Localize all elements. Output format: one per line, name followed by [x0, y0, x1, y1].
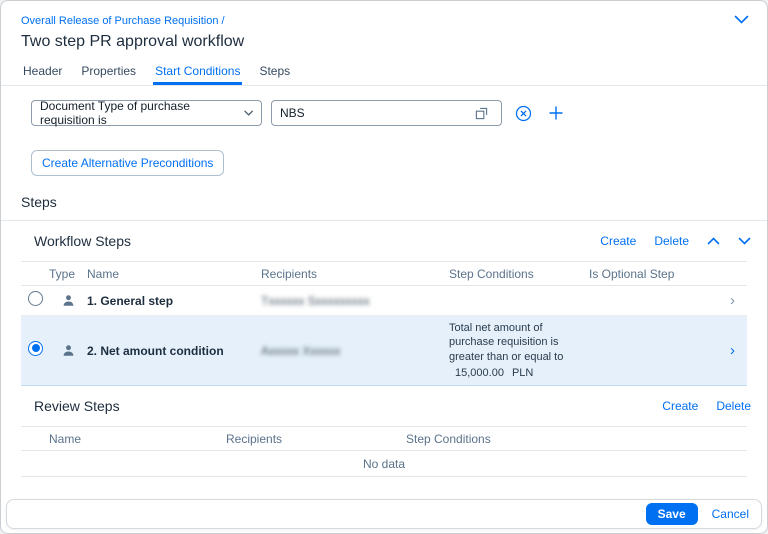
tab-header[interactable]: Header — [21, 59, 64, 85]
workflow-steps-toolbar: Workflow Steps Create Delete — [1, 221, 767, 261]
add-icon — [549, 106, 563, 120]
column-step-conditions: Step Conditions — [406, 431, 491, 446]
row-radio-button[interactable] — [28, 290, 43, 306]
footer-bar: Save Cancel — [6, 499, 762, 529]
remove-condition-button[interactable] — [511, 101, 535, 125]
column-name: Name — [49, 431, 82, 446]
row-chevron-icon[interactable]: › — [706, 342, 747, 359]
column-is-optional: Is Optional Step — [589, 266, 675, 281]
create-workflow-step-link[interactable]: Create — [600, 234, 636, 248]
workflow-steps-table: Type Name Recipients Step Conditions Is … — [21, 261, 747, 387]
person-icon — [63, 345, 73, 356]
step-conditions-text: Total net amount of purchase requisition… — [449, 322, 564, 363]
step-name: 2. Net amount condition — [87, 343, 224, 358]
workflow-editor-page: Overall Release of Purchase Requisition … — [0, 0, 768, 534]
column-recipients: Recipients — [261, 266, 318, 281]
decline-icon — [515, 105, 531, 121]
header-titles: Overall Release of Purchase Requisition … — [21, 11, 244, 51]
tab-start-conditions[interactable]: Start Conditions — [153, 59, 243, 85]
condition-type-select[interactable]: Document Type of purchase requisition is — [31, 99, 262, 127]
chevron-down-icon — [734, 15, 749, 24]
amount-value: 15,000.00 — [455, 366, 504, 379]
review-steps-toolbar: Review Steps Create Delete — [1, 386, 767, 426]
review-steps-title: Review Steps — [34, 398, 120, 415]
create-alternative-preconditions-button[interactable]: Create Alternative Preconditions — [31, 150, 225, 176]
workflow-step-row-1[interactable]: 1. General step Txxxxxx Sxxxxxxxxx › — [21, 286, 747, 316]
step-name: 1. General step — [87, 293, 174, 308]
move-step-down-button[interactable] — [738, 237, 751, 245]
breadcrumb[interactable]: Overall Release of Purchase Requisition … — [21, 15, 225, 27]
row-chevron-icon[interactable]: › — [706, 292, 747, 309]
step-conditions: Total net amount of purchase requisition… — [449, 316, 589, 385]
condition-type-value: Document Type of purchase requisition is — [40, 99, 190, 127]
delete-workflow-step-link[interactable]: Delete — [654, 234, 689, 248]
condition-value-text: NBS — [280, 106, 305, 120]
step-recipients-redacted: Txxxxxx Sxxxxxxxxx — [261, 293, 370, 308]
steps-section-title: Steps — [1, 194, 767, 221]
condition-value-input[interactable]: NBS — [271, 100, 502, 126]
page-header: Overall Release of Purchase Requisition … — [1, 1, 767, 59]
tab-properties[interactable]: Properties — [79, 59, 138, 85]
step-conditions-amount: 15,000.00 PLN — [449, 366, 581, 380]
review-steps-table: Name Recipients Step Conditions No data — [21, 426, 747, 478]
move-step-up-button[interactable] — [707, 237, 720, 245]
chevron-down-icon — [738, 237, 751, 245]
review-steps-actions: Create Delete — [662, 399, 751, 413]
column-name: Name — [87, 266, 120, 281]
value-help-icon — [475, 107, 487, 119]
amount-currency: PLN — [511, 366, 534, 379]
column-recipients: Recipients — [226, 431, 283, 446]
collapse-header-button[interactable] — [734, 15, 749, 24]
page-title: Two step PR approval workflow — [21, 33, 245, 50]
workflow-step-row-2-selected[interactable]: 2. Net amount condition Axxxxx Xxxxxx To… — [21, 316, 747, 387]
create-review-step-link[interactable]: Create — [662, 399, 698, 413]
step-recipients-redacted: Axxxxx Xxxxxx — [261, 343, 341, 358]
column-step-conditions: Step Conditions — [449, 266, 534, 281]
tab-strip: Header Properties Start Conditions Steps — [1, 59, 767, 86]
workflow-steps-title: Workflow Steps — [34, 233, 131, 249]
person-icon — [63, 295, 73, 306]
workflow-steps-actions: Create Delete — [600, 234, 751, 248]
cancel-button[interactable]: Cancel — [712, 507, 749, 521]
no-data-text: No data — [21, 451, 747, 478]
precondition-row: Document Type of purchase requisition is… — [31, 99, 747, 127]
column-type: Type — [49, 266, 76, 281]
delete-review-step-link[interactable]: Delete — [716, 399, 751, 413]
review-table-header: Name Recipients Step Conditions — [21, 427, 747, 452]
save-button[interactable]: Save — [645, 503, 698, 525]
add-condition-button[interactable] — [544, 101, 568, 125]
value-help-button[interactable] — [469, 101, 493, 125]
chevron-down-icon — [244, 110, 253, 116]
chevron-up-icon — [707, 237, 720, 245]
row-radio-button-selected[interactable] — [28, 340, 43, 356]
workflow-table-header: Type Name Recipients Step Conditions Is … — [21, 262, 747, 286]
start-conditions-area: Document Type of purchase requisition is… — [1, 86, 767, 127]
tab-steps[interactable]: Steps — [257, 59, 292, 85]
